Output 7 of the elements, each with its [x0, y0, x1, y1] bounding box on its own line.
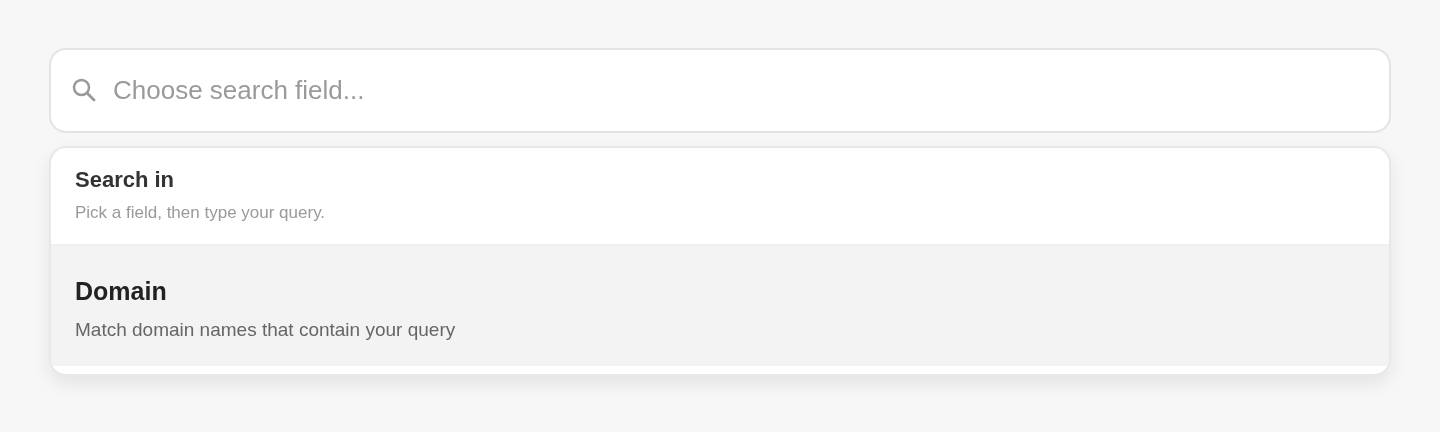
option-description: Match domain names that contain your query	[75, 317, 457, 342]
dropdown-hint: Pick a field, then type your query.	[75, 202, 327, 224]
search-field[interactable]: Choose search field...	[49, 48, 1391, 133]
option-item[interactable]: Domain Match domain names that contain your query	[51, 245, 1389, 366]
search-icon	[71, 77, 97, 103]
dropdown-heading: Search in	[75, 166, 176, 194]
option-label: Domain	[75, 275, 168, 306]
